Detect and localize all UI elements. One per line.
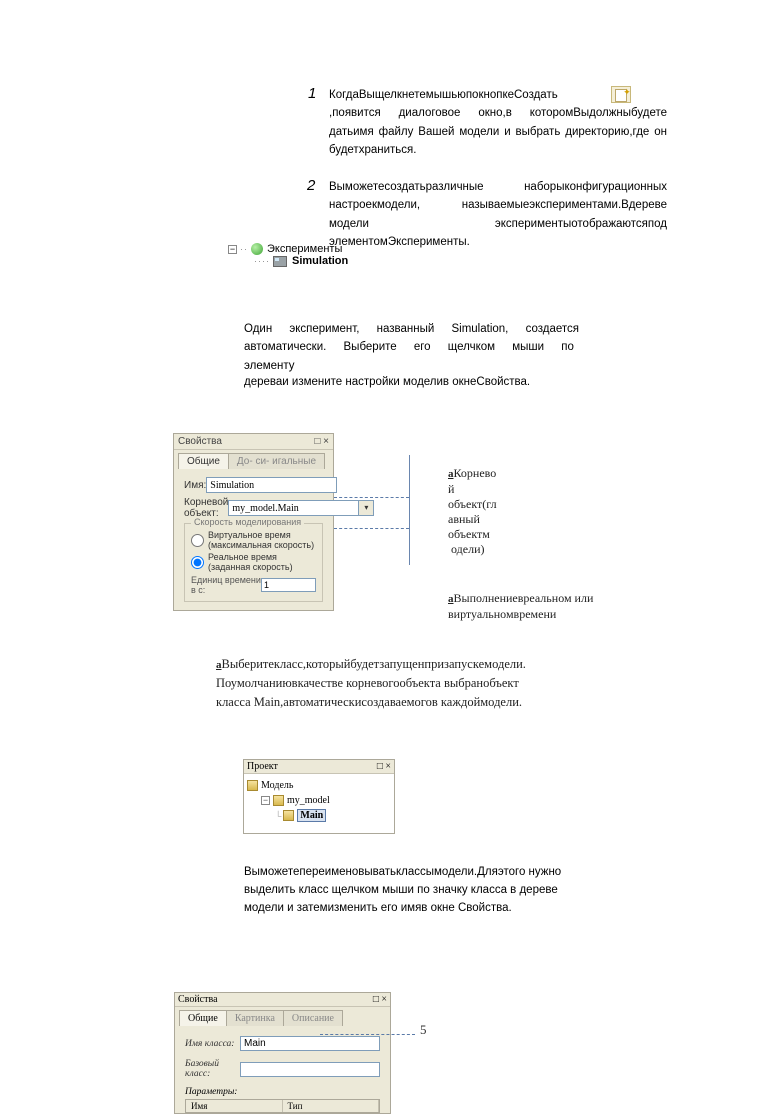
tree-connector: ·· xyxy=(240,244,248,254)
step1-text-b: ,появится диалоговое окно,в которомВыдол… xyxy=(329,107,667,156)
experiments-label: Эксперименты xyxy=(267,243,342,255)
param-table-header: Имя Тип xyxy=(185,1099,380,1113)
main-label: Main xyxy=(297,809,326,822)
radio-real[interactable] xyxy=(191,556,204,569)
panel1-buttons[interactable]: □ × xyxy=(314,436,329,447)
model-folder-icon xyxy=(247,780,258,791)
callout-line-5 xyxy=(320,1034,415,1035)
class-icon xyxy=(283,810,294,821)
para4: aВыберитекласс,которыйбудетзапущенпризап… xyxy=(216,655,556,711)
model-label: Модель xyxy=(261,780,293,791)
simulation-label[interactable]: Simulation xyxy=(292,255,348,267)
label-classname: Имя класса: xyxy=(185,1039,240,1049)
annot1-l1: й xyxy=(448,482,454,496)
label-name: Имя: xyxy=(184,480,206,491)
step2-paragraph: Выможетесоздатьразличные наборыконфигура… xyxy=(329,178,667,252)
callout-line-root xyxy=(334,497,409,498)
speed-group: Скорость моделирования Виртуальное время… xyxy=(184,523,323,602)
radio-real-label: Реальное время (заданная скорость) xyxy=(208,552,316,572)
step-number-1: 1 xyxy=(308,85,316,102)
simulation-icon xyxy=(273,256,287,267)
experiments-folder-icon xyxy=(251,243,263,255)
tab-other[interactable]: До- си- игальные xyxy=(228,453,325,469)
para3: Один эксперимент, названный Simulation, … xyxy=(244,320,579,375)
tab-description[interactable]: Описание xyxy=(283,1010,343,1026)
annot2-text: Выполнениевреальном или виртуальномвреме… xyxy=(448,591,593,621)
project-panel: Проект □ × Модель − my_model └ Main xyxy=(243,759,395,834)
tree-connector: └ xyxy=(275,811,281,821)
tree-row-model[interactable]: Модель xyxy=(247,778,391,793)
input-root[interactable] xyxy=(228,500,359,516)
project-buttons[interactable]: □ × xyxy=(377,761,391,772)
col-type: Тип xyxy=(283,1100,380,1112)
step1-paragraph: КогдаВыщелкнетемышьюпокнопкеСоздать ,поя… xyxy=(329,86,667,160)
col-name: Имя xyxy=(186,1100,283,1112)
panel1-titlebar: Свойства □ × xyxy=(174,434,333,450)
annot1-l2: объект(гл xyxy=(448,497,497,511)
label-baseclass: Базовый класс: xyxy=(185,1059,240,1079)
create-icon xyxy=(611,86,631,103)
panel3-title: Свойства xyxy=(178,994,218,1005)
annotation-execution: aВыполнениевреальном или виртуальномврем… xyxy=(448,591,598,622)
tree-row-mymodel[interactable]: − my_model xyxy=(247,793,391,808)
annotation-5: 5 xyxy=(420,1022,427,1038)
panel3-buttons[interactable]: □ × xyxy=(373,994,387,1005)
input-classname[interactable] xyxy=(240,1036,380,1051)
para5: Выможетепереименовыватьклассымодели.Дляэ… xyxy=(244,864,584,917)
collapse-icon[interactable]: − xyxy=(228,245,237,254)
tab-general-3[interactable]: Общие xyxy=(179,1010,227,1026)
panel1-title: Свойства xyxy=(178,436,222,447)
input-name[interactable] xyxy=(206,477,337,493)
input-baseclass[interactable] xyxy=(240,1062,380,1077)
panel1-tabs: Общие До- си- игальные xyxy=(174,450,333,469)
para3b: дереваи измените настройки моделив окнеС… xyxy=(244,373,664,391)
project-title: Проект xyxy=(247,761,278,772)
package-icon xyxy=(273,795,284,806)
para4-text: Выберитекласс,которыйбудетзапущенпризапу… xyxy=(216,657,526,709)
properties-panel-1: Свойства □ × Общие До- си- игальные Имя:… xyxy=(173,433,334,611)
step1-text-a: КогдаВыщелкнетемышьюпокнопкеСоздать xyxy=(329,89,558,101)
label-params: Параметры: xyxy=(185,1087,380,1097)
properties-panel-3: Свойства □ × Общие Картинка Описание Имя… xyxy=(174,992,391,1114)
tab-general[interactable]: Общие xyxy=(178,453,229,469)
annot1-l4: объектм xyxy=(448,527,490,541)
tab-image[interactable]: Картинка xyxy=(226,1010,284,1026)
radio-virtual[interactable] xyxy=(191,534,204,547)
label-root: Корневой объект: xyxy=(184,497,228,519)
annotation-root-object: aКорнево й объект(гл авный объектм одели… xyxy=(448,466,508,557)
dropdown-icon[interactable]: ▾ xyxy=(359,500,374,516)
scale-label: Единиц времени в с: xyxy=(191,575,261,595)
annot1-l3: авный xyxy=(448,512,480,526)
step-number-2: 2 xyxy=(307,177,315,194)
mymodel-label: my_model xyxy=(287,795,330,806)
callout-line-radio xyxy=(334,528,409,529)
group-title: Скорость моделирования xyxy=(191,517,304,527)
tree-row-main[interactable]: └ Main xyxy=(247,808,391,823)
project-tree: Модель − my_model └ Main xyxy=(244,774,394,833)
collapse-icon[interactable]: − xyxy=(261,796,270,805)
tree-connector: ···· xyxy=(254,256,270,266)
annot1-l0: Корнево xyxy=(454,466,497,480)
scale-input[interactable] xyxy=(261,578,316,592)
annot1-l5: одели) xyxy=(451,542,485,556)
radio-virtual-label: Виртуальное время (максимальная скорость… xyxy=(208,530,316,550)
callout-vertical xyxy=(409,455,410,565)
experiments-tree: − ·· Эксперименты ···· Simulation xyxy=(228,243,348,267)
